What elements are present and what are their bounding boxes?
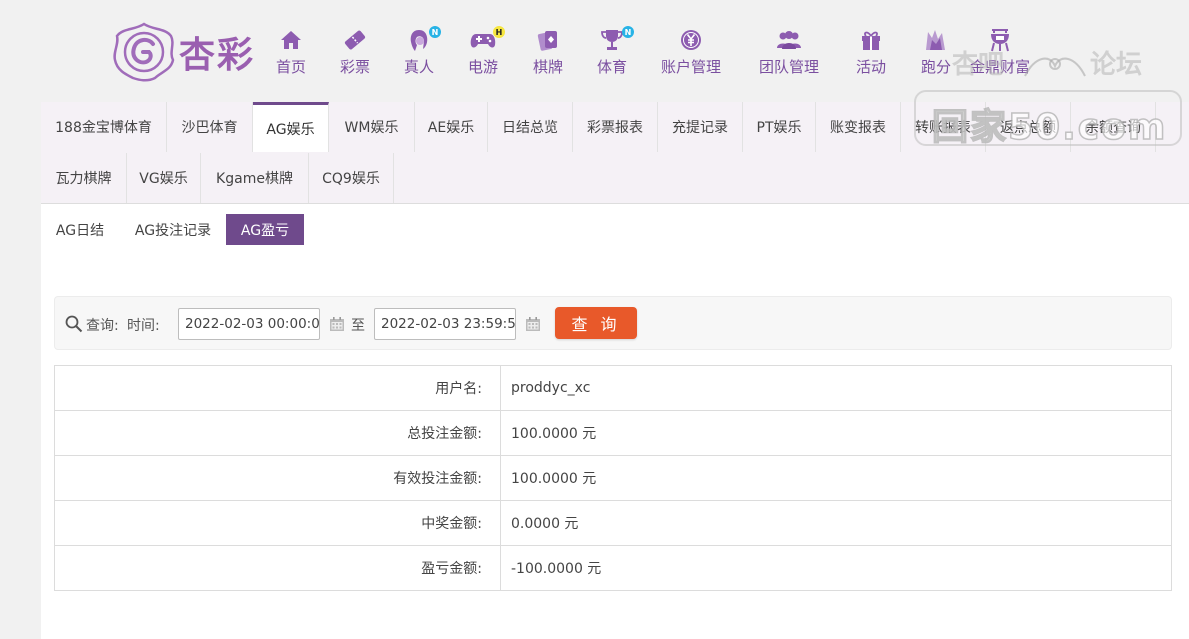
subtab-ag-profit[interactable]: AG盈亏 [226,214,304,245]
run-score-icon [922,26,950,54]
nav-team[interactable]: 团队管理 [759,26,819,80]
to-label: 至 [351,318,365,334]
valid-bet-value: 100.0000 元 [500,455,1172,501]
gamepad-icon: H [469,26,505,54]
nav-label: 跑分 [921,58,952,76]
nav-label: 真人 [404,58,435,76]
tab-balance-change[interactable]: 账变报表 [816,102,901,152]
query-label: 查询: [86,318,119,334]
tab-deposit-withdraw[interactable]: 充提记录 [658,102,743,152]
win-amount-value: 0.0000 元 [500,500,1172,546]
tab-vg-entertainment[interactable]: VG娱乐 [127,153,201,203]
hot-badge: H [493,26,505,38]
search-icon [65,315,83,333]
tab-ae-entertainment[interactable]: AE娱乐 [415,102,488,152]
yen-coin-icon [677,26,705,54]
table-row: 总投注金额: 100.0000 元 [54,410,1172,456]
nav-account[interactable]: 账户管理 [661,26,721,80]
gift-icon [857,26,885,54]
total-bet-label: 总投注金额: [54,410,501,456]
nav-lottery[interactable]: 彩票 [340,26,370,80]
tab-pt-entertainment[interactable]: PT娱乐 [743,102,816,152]
nav-home[interactable]: 首页 [276,26,306,80]
query-button[interactable]: 查 询 [555,307,637,339]
trophy-icon: N [598,26,634,54]
nav-chess[interactable]: 棋牌 [533,26,563,80]
profit-loss-value: -100.0000 元 [500,545,1172,591]
nav-label: 电游 [468,58,499,76]
nav-label: 棋牌 [533,58,564,76]
nav-live[interactable]: N 真人 [404,26,441,80]
nav-label: 彩票 [340,58,371,76]
nav-egames[interactable]: H 电游 [468,26,505,80]
query-bar: 查询: 时间: 2022-02-03 00:00:00 至 2022-02-03… [54,296,1172,350]
tab-saba-sports[interactable]: 沙巴体育 [167,102,253,152]
live-dealer-icon: N [405,26,441,54]
calendar-icon[interactable] [525,316,541,332]
nav-activity[interactable]: 活动 [856,26,886,80]
nav-label: 活动 [856,58,887,76]
lottery-ticket-icon [341,26,369,54]
tab-cq9-entertainment[interactable]: CQ9娱乐 [309,153,394,203]
new-badge: N [622,26,634,38]
tab-rebate-total[interactable]: 返点总额 [986,102,1071,152]
nav-label: 首页 [276,58,307,76]
calendar-icon[interactable] [329,316,345,332]
cards-icon [534,26,562,54]
nav-label: 账户管理 [661,58,722,76]
table-row: 有效投注金额: 100.0000 元 [54,455,1172,501]
tab-daily-overview[interactable]: 日结总览 [488,102,573,152]
subtab-ag-bets[interactable]: AG投注记录 [125,214,221,245]
valid-bet-label: 有效投注金额: [54,455,501,501]
tab-kgame-chess[interactable]: Kgame棋牌 [201,153,309,203]
nav-sports[interactable]: N 体育 [597,26,634,80]
table-row: 中奖金额: 0.0000 元 [54,500,1172,546]
new-badge: N [429,26,441,38]
nav-label: 团队管理 [759,58,820,76]
report-tabs: 188金宝博体育 沙巴体育 AG娱乐 WM娱乐 AE娱乐 日结总览 彩票报表 充… [41,102,1189,204]
watermark-ornament-icon [1024,57,1086,77]
table-row: 盈亏金额: -100.0000 元 [54,545,1172,591]
profit-loss-label: 盈亏金额: [54,545,501,591]
team-icon [775,26,803,54]
table-row: 用户名: proddyc_xc [54,365,1172,411]
nav-wealth[interactable]: 金鼎财富 [970,26,1030,80]
brand-logo[interactable]: 杏彩 [113,22,255,82]
tab-ag-entertainment[interactable]: AG娱乐 [253,102,329,152]
main-panel: 188金宝博体育 沙巴体育 AG娱乐 WM娱乐 AE娱乐 日结总览 彩票报表 充… [41,102,1189,639]
tab-balance-query[interactable]: 余额查询 [1071,102,1156,152]
tab-188-sports[interactable]: 188金宝博体育 [41,102,167,152]
home-icon [277,26,305,54]
total-bet-value: 100.0000 元 [500,410,1172,456]
username-label: 用户名: [54,365,501,411]
subtab-ag-daily[interactable]: AG日结 [47,214,113,245]
username-value: proddyc_xc [500,365,1172,411]
tab-wali-chess[interactable]: 瓦力棋牌 [41,153,127,203]
brand-logo-text: 杏彩 [179,34,256,76]
time-label: 时间: [127,318,160,334]
nav-label: 体育 [597,58,628,76]
tab-lottery-report[interactable]: 彩票报表 [573,102,658,152]
start-time-input[interactable]: 2022-02-03 00:00:00 [178,308,320,340]
end-time-input[interactable]: 2022-02-03 23:59:59 [374,308,516,340]
nav-run-score[interactable]: 跑分 [921,26,951,80]
watermark-text: 论坛 [1090,50,1143,80]
logo-emblem-icon [113,22,175,82]
tab-wm-entertainment[interactable]: WM娱乐 [329,102,415,152]
tab-transfer-report[interactable]: 转账报表 [901,102,986,152]
result-table: 用户名: proddyc_xc 总投注金额: 100.0000 元 有效投注金额… [54,365,1172,591]
nav-label: 金鼎财富 [970,58,1031,76]
tripod-icon [986,26,1014,54]
win-amount-label: 中奖金额: [54,500,501,546]
